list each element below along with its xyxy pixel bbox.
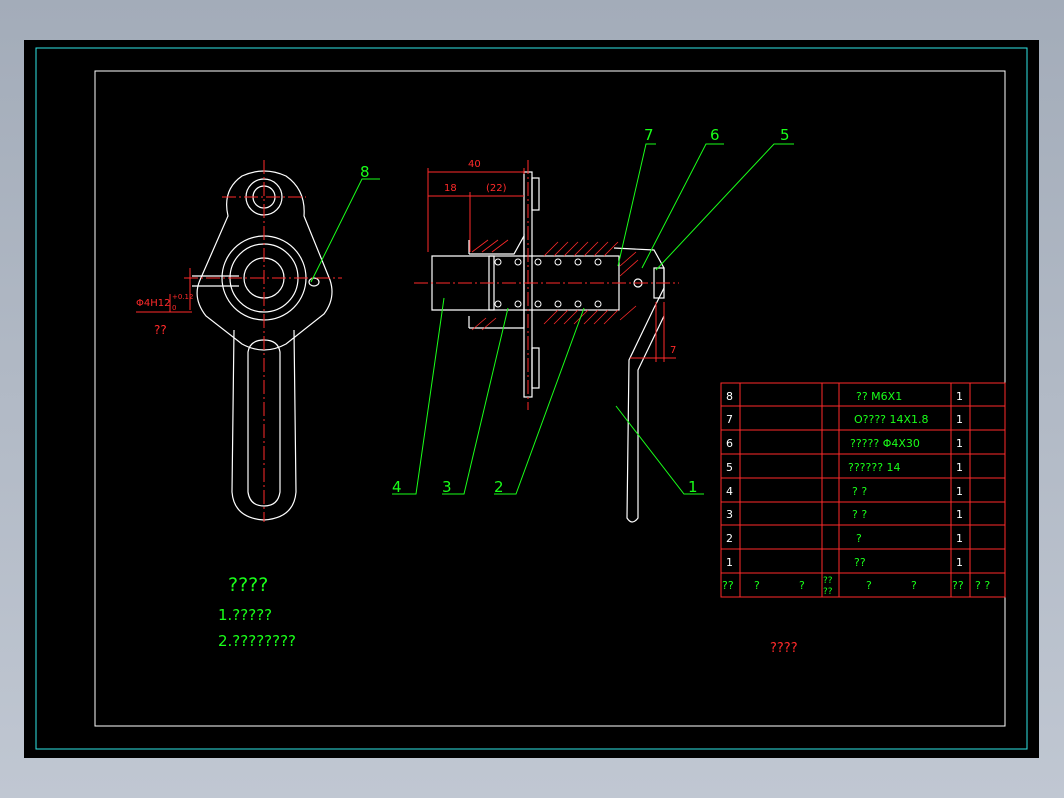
balloon-2: 2 bbox=[494, 478, 504, 496]
fit-tolerance-main: Φ4H12 bbox=[136, 298, 170, 309]
header-code-b: ? bbox=[799, 579, 805, 592]
top-dimensions bbox=[427, 168, 525, 252]
fit-note: ?? bbox=[154, 323, 167, 337]
lever-side-view bbox=[192, 170, 333, 521]
row-qty: 1 bbox=[956, 508, 963, 521]
row-name: ????? Φ4X30 bbox=[850, 437, 920, 450]
notes-title: ???? bbox=[228, 574, 268, 596]
cad-drawing: Φ4H12 +0.12 0 ?? 8 40 18 (22) 7 4 3 2 1 … bbox=[35, 47, 1028, 750]
row-qty: 1 bbox=[956, 485, 963, 498]
leader-8 bbox=[310, 178, 380, 283]
header-name-bottom: ?? bbox=[823, 587, 833, 597]
row-qty: 1 bbox=[956, 390, 963, 403]
row-qty: 1 bbox=[956, 437, 963, 450]
row-name: O???? 14X1.8 bbox=[854, 413, 929, 426]
dimension-18: 18 bbox=[444, 183, 457, 194]
balloon-4: 4 bbox=[392, 478, 402, 496]
balloon-6: 6 bbox=[710, 126, 720, 144]
row-no: 7 bbox=[726, 413, 733, 426]
dimension-40: 40 bbox=[468, 159, 481, 170]
notes-line-1: 1.????? bbox=[218, 606, 272, 624]
header-qty: ?? bbox=[952, 579, 964, 592]
header-no: ?? bbox=[722, 579, 734, 592]
row-name: ?? M6X1 bbox=[856, 390, 902, 403]
section-centerlines bbox=[414, 160, 679, 410]
sheet-label: ???? bbox=[770, 641, 798, 656]
cad-viewport[interactable]: Φ4H12 +0.12 0 ?? 8 40 18 (22) 7 4 3 2 1 … bbox=[24, 40, 1039, 758]
row-no: 6 bbox=[726, 437, 733, 450]
row-qty: 1 bbox=[956, 532, 963, 545]
balloon-7: 7 bbox=[644, 126, 654, 144]
shaft-section bbox=[431, 171, 665, 523]
row-name: ? ? bbox=[852, 485, 867, 498]
row-no: 8 bbox=[726, 390, 733, 403]
notes-line-2: 2.???????? bbox=[218, 632, 296, 650]
header-name-a: ? bbox=[866, 579, 872, 592]
dimension-22: (22) bbox=[486, 183, 507, 194]
fit-tolerance-upper: +0.12 bbox=[172, 293, 193, 301]
row-qty: 1 bbox=[956, 556, 963, 569]
lever-centerlines bbox=[184, 160, 342, 522]
row-no: 5 bbox=[726, 461, 733, 474]
row-no: 1 bbox=[726, 556, 733, 569]
row-no: 3 bbox=[726, 508, 733, 521]
header-name-b: ? bbox=[911, 579, 917, 592]
balloon-3: 3 bbox=[442, 478, 452, 496]
row-qty: 1 bbox=[956, 461, 963, 474]
row-name: ? ? bbox=[852, 508, 867, 521]
row-name: ? bbox=[856, 532, 862, 545]
parts-table-rows: 8 ?? M6X1 1 7 O???? 14X1.8 1 6 ????? Φ4X… bbox=[722, 390, 990, 597]
header-name-top: ?? bbox=[823, 576, 833, 586]
row-qty: 1 bbox=[956, 413, 963, 426]
fit-tolerance-lower: 0 bbox=[172, 304, 176, 312]
row-name: ?? bbox=[854, 556, 866, 569]
row-no: 2 bbox=[726, 532, 733, 545]
header-code-a: ? bbox=[754, 579, 760, 592]
balloon-1: 1 bbox=[688, 478, 698, 496]
row-no: 4 bbox=[726, 485, 733, 498]
balloon-8: 8 bbox=[360, 163, 370, 181]
dimension-7: 7 bbox=[670, 345, 676, 356]
row-name: ?????? 14 bbox=[848, 461, 901, 474]
header-extra: ? ? bbox=[975, 579, 990, 592]
balloon-5: 5 bbox=[780, 126, 790, 144]
